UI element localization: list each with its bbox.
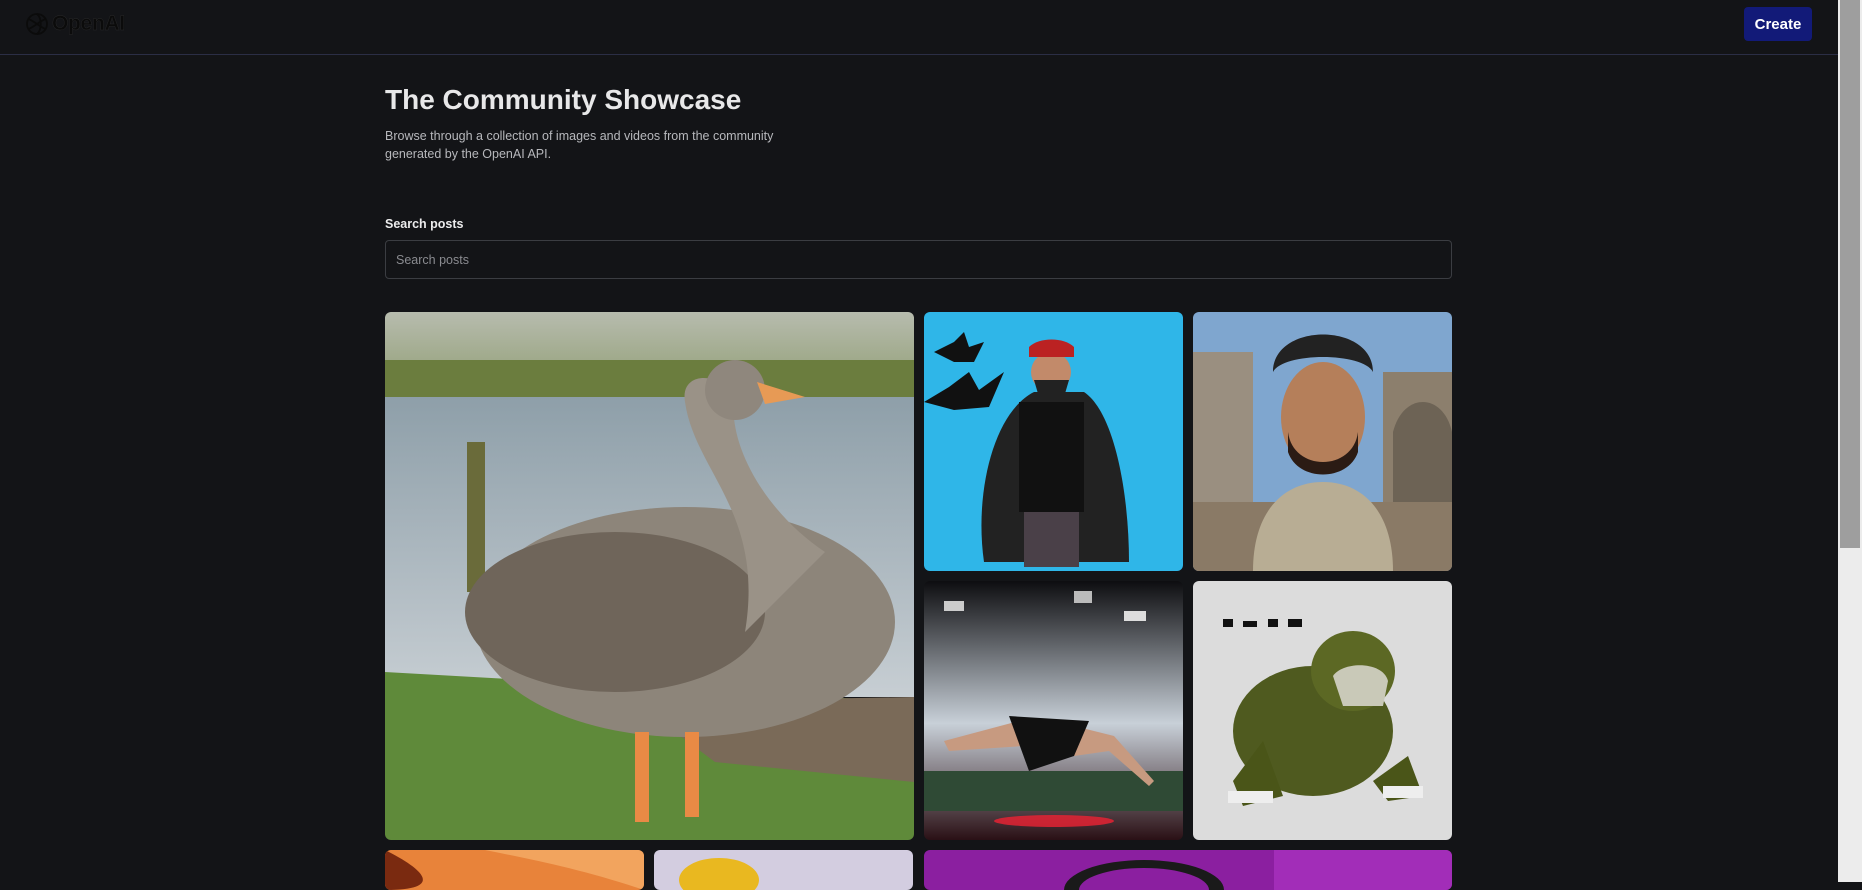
gallery-image-yellow-shape[interactable] bbox=[654, 850, 913, 890]
openai-logo-icon bbox=[24, 11, 50, 37]
top-navigation-bar: OpenAI Create bbox=[0, 0, 1838, 55]
gallery-image-purple-room[interactable] bbox=[924, 850, 1452, 890]
gallery-image-gorilla[interactable] bbox=[1193, 581, 1452, 840]
search-label: Search posts bbox=[385, 217, 464, 231]
gallery-image-3d-man[interactable] bbox=[1193, 312, 1452, 571]
search-input[interactable] bbox=[385, 240, 1452, 279]
gallery-image-floating-woman[interactable] bbox=[924, 581, 1183, 840]
scrollbar-thumb[interactable] bbox=[1840, 0, 1860, 548]
gallery-image-orange[interactable] bbox=[385, 850, 644, 890]
page-title: The Community Showcase bbox=[385, 84, 742, 115]
logo-text: OpenAI bbox=[52, 12, 126, 35]
page-subtitle: Browse through a collection of images an… bbox=[385, 129, 774, 161]
create-button[interactable]: Create bbox=[1744, 7, 1812, 41]
gallery-image-caped-man[interactable] bbox=[924, 312, 1183, 571]
gallery-image-goose[interactable] bbox=[385, 312, 914, 840]
openai-logo[interactable]: OpenAI bbox=[24, 11, 125, 37]
